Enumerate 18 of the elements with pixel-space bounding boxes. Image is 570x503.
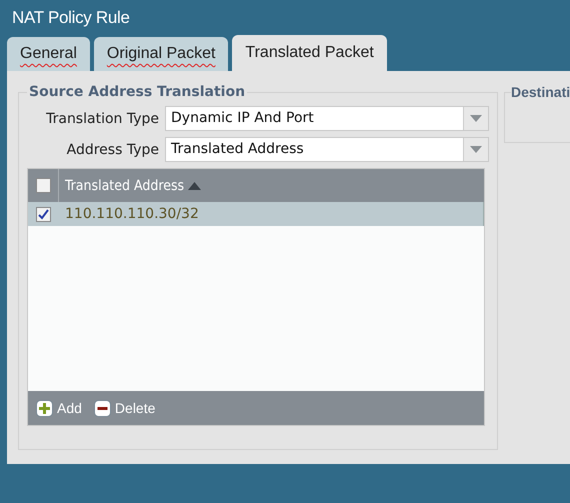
select-all-checkbox[interactable] bbox=[36, 178, 50, 193]
tab[interactable]: Original Packet bbox=[94, 37, 228, 71]
table-cell-text: 110.110.110.30/32 bbox=[64, 206, 199, 222]
dropdown-arrow-icon bbox=[470, 146, 482, 153]
field-label: Translation Type bbox=[45, 110, 160, 126]
group-legend: Source Address Translation bbox=[27, 84, 248, 100]
tab[interactable]: Translated Packet bbox=[232, 35, 387, 71]
minus-icon bbox=[94, 400, 111, 416]
field-label: Address Type bbox=[66, 142, 160, 158]
table-row[interactable]: 110.110.110.30/32 bbox=[28, 202, 484, 226]
dropdown-arrow-icon bbox=[470, 115, 482, 122]
tab[interactable]: General bbox=[7, 37, 90, 71]
plus-icon bbox=[36, 400, 53, 416]
window-title: NAT Policy Rule bbox=[11, 7, 131, 29]
dropdown-field[interactable]: Dynamic IP And Port bbox=[165, 106, 489, 131]
dropdown-field[interactable]: Translated Address bbox=[165, 137, 489, 162]
row-checkbox[interactable] bbox=[36, 206, 50, 222]
group-legend: Destinati bbox=[511, 84, 570, 100]
